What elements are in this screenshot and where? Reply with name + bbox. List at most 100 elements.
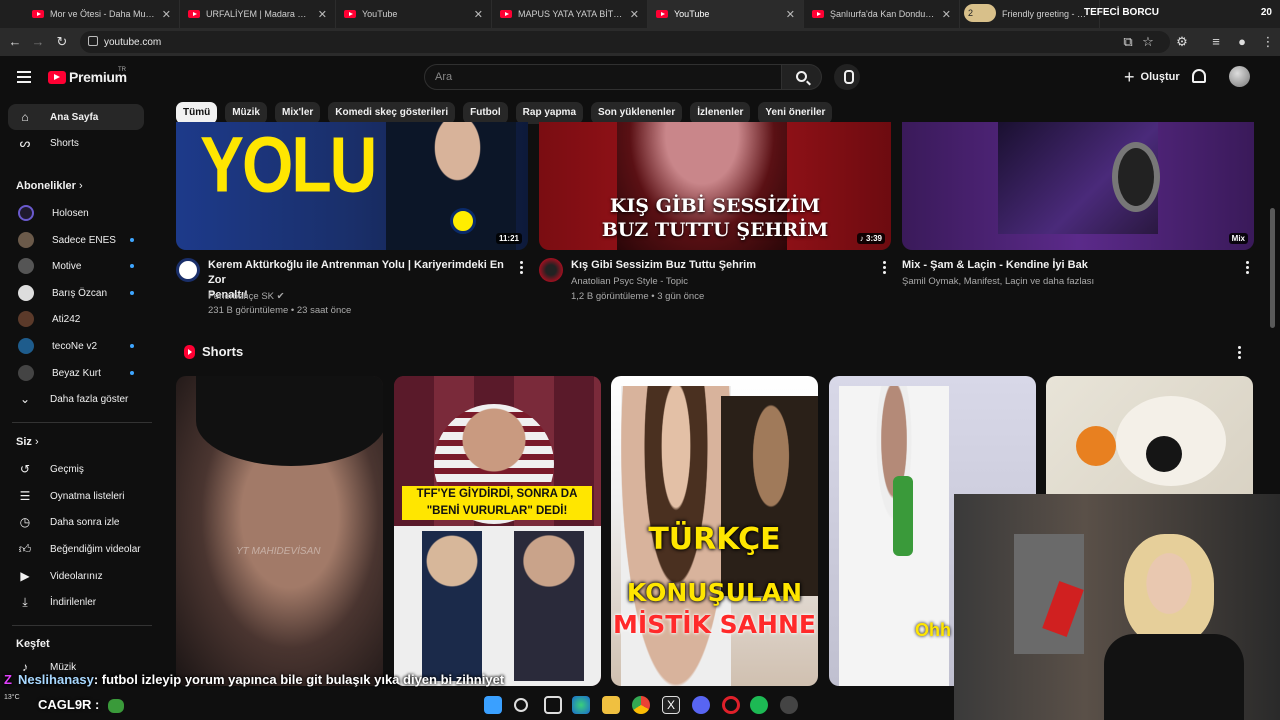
sidebar-item-your-videos[interactable]: ▶ Videolarınız: [8, 563, 144, 589]
close-tab-icon[interactable]: ✕: [630, 8, 639, 21]
more-actions-icon[interactable]: [1246, 261, 1250, 275]
video-thumbnail[interactable]: YOLU 11:21: [176, 122, 528, 250]
create-button[interactable]: + Oluştur: [1118, 65, 1186, 89]
forward-icon[interactable]: →: [28, 32, 48, 52]
reading-list-icon[interactable]: ≡: [1206, 32, 1226, 52]
sidebar-item-watch-later[interactable]: ◷ Daha sonra izle: [8, 509, 144, 535]
chip[interactable]: Son yüklenenler: [591, 102, 683, 124]
sidebar-item-downloads[interactable]: ⤓ İndirilenler: [8, 589, 144, 615]
profile-icon[interactable]: ●: [1232, 32, 1252, 52]
youtube-premium-logo[interactable]: Premium: [48, 69, 127, 85]
url-field[interactable]: youtube.com: [80, 31, 1170, 53]
sidebar-show-more[interactable]: ⌄ Daha fazla göster: [8, 386, 144, 412]
channel-avatar[interactable]: [539, 258, 563, 282]
bookmark-star-icon[interactable]: ☆: [1138, 32, 1158, 52]
club-crest-icon: [450, 208, 476, 234]
chip[interactable]: İzlenenler: [690, 102, 751, 124]
subscriptions-heading[interactable]: Abonelikler ›: [16, 180, 83, 192]
browser-tab[interactable]: YouTube ✕: [336, 0, 492, 28]
chevron-down-icon: ⌄: [19, 392, 31, 406]
sidebar-item-channel[interactable]: Sadece ENES: [8, 227, 144, 253]
install-app-icon[interactable]: ⧉: [1118, 32, 1138, 52]
sidebar-item-history[interactable]: ↺ Geçmiş: [8, 456, 144, 482]
browser-address-bar: ← → ↻ youtube.com ⧉ ☆ ⚙ ≡ ● ⋮: [0, 28, 1280, 56]
close-tab-icon[interactable]: ✕: [786, 8, 795, 21]
back-icon[interactable]: ←: [5, 32, 25, 52]
close-tab-icon[interactable]: ✕: [318, 8, 327, 21]
more-actions-icon[interactable]: [520, 261, 524, 275]
sidebar-item-playlists[interactable]: ☰ Oynatma listeleri: [8, 483, 144, 509]
browser-tab-strip: Mor ve Ötesi - Daha Mutlu Olam✕ URFALİYE…: [0, 0, 1280, 28]
reload-icon[interactable]: ↻: [52, 32, 72, 52]
streamer-shirt: [1104, 634, 1244, 720]
more-actions-icon[interactable]: [1238, 346, 1242, 360]
browser-tab[interactable]: MAPUS YATA YATA BİTER | Kan✕: [492, 0, 648, 28]
close-tab-icon[interactable]: ✕: [942, 8, 951, 21]
video-duration: ♪ 3:39: [856, 233, 885, 244]
video-title[interactable]: Kış Gibi Sessizim Buz Tuttu Şehrim: [571, 258, 871, 273]
site-info-icon[interactable]: [88, 36, 98, 46]
person-image: [514, 531, 584, 681]
short-card[interactable]: YT MAHIDEVİSAN: [176, 376, 383, 686]
chip[interactable]: Futbol: [463, 102, 508, 124]
chip[interactable]: Müzik: [225, 102, 267, 124]
verified-icon: ✔: [276, 291, 285, 302]
channel-avatar[interactable]: [176, 258, 200, 282]
channel-name[interactable]: Fenerbahçe SK ✔: [208, 289, 285, 304]
steam-icon[interactable]: [780, 696, 798, 714]
more-actions-icon[interactable]: [883, 261, 887, 275]
watermark: YT MAHIDEVİSAN: [236, 546, 321, 557]
you-heading[interactable]: Siz ›: [16, 436, 39, 448]
new-content-dot: [130, 291, 134, 295]
edge-icon[interactable]: [572, 696, 590, 714]
sidebar-item-channel[interactable]: Barış Özcan: [8, 280, 144, 306]
notifications-bell-icon[interactable]: [1192, 69, 1206, 83]
chip[interactable]: Rap yapma: [515, 102, 584, 124]
discord-icon[interactable]: [692, 696, 710, 714]
browser-menu-icon[interactable]: ⋮: [1258, 32, 1278, 52]
sidebar-item-shorts[interactable]: ᔕ Shorts: [8, 130, 144, 156]
menu-icon[interactable]: [17, 71, 31, 83]
windows-start-icon[interactable]: [484, 696, 502, 714]
account-avatar[interactable]: [1229, 66, 1250, 87]
task-view-icon[interactable]: [544, 696, 562, 714]
short-card[interactable]: TÜRKÇE KONUŞULAN MİSTİK SAHNE: [611, 376, 818, 686]
x-app-icon[interactable]: X: [662, 696, 680, 714]
spotify-icon[interactable]: [750, 696, 768, 714]
search-button[interactable]: [782, 64, 822, 90]
browser-tab-active[interactable]: YouTube ✕: [648, 0, 804, 28]
short-caption: TÜRKÇE KONUŞULAN MİSTİK SAHNE: [613, 522, 816, 639]
sidebar-item-channel[interactable]: Holosen: [8, 200, 144, 226]
opera-icon[interactable]: [722, 696, 740, 714]
sidebar-item-liked-videos[interactable]: 👍︎ Beğendiğim videolar: [8, 536, 144, 562]
extensions-icon[interactable]: ⚙: [1172, 32, 1192, 52]
youtube-logo-icon: [48, 70, 66, 84]
sidebar-item-channel[interactable]: Ati242: [8, 306, 144, 332]
chrome-icon[interactable]: [632, 696, 650, 714]
browser-tab[interactable]: URFALİYEM | Madara Olduk #6✕: [180, 0, 336, 28]
sidebar-item-channel[interactable]: tecoNe v2: [8, 333, 144, 359]
video-title[interactable]: Mix - Şam & Laçin - Kendine İyi Bak: [902, 258, 1232, 273]
chip[interactable]: Komedi skeç gösterileri: [328, 102, 456, 124]
voice-search-icon[interactable]: [834, 64, 860, 90]
scrollbar[interactable]: [1270, 208, 1275, 328]
video-thumbnail[interactable]: KIŞ GİBİ SESSİZİM BUZ TUTTU ŞEHRİM ♪ 3:3…: [539, 122, 891, 250]
search-icon[interactable]: [514, 698, 528, 712]
file-explorer-icon[interactable]: [602, 696, 620, 714]
chip[interactable]: Yeni öneriler: [758, 102, 833, 124]
sidebar-item-channel[interactable]: Motive: [8, 253, 144, 279]
chip[interactable]: Mix'ler: [275, 102, 321, 124]
close-tab-icon[interactable]: ✕: [474, 8, 483, 21]
region-code: TR: [118, 67, 126, 73]
close-tab-icon[interactable]: ✕: [162, 8, 171, 21]
browser-tab[interactable]: Şanlıurfa'da Kan Donduran Ol✕: [804, 0, 960, 28]
chip-all[interactable]: Tümü: [176, 102, 218, 124]
video-thumbnail[interactable]: Mix: [902, 122, 1254, 250]
sidebar-item-home[interactable]: ⌂ Ana Sayfa: [8, 104, 144, 130]
sidebar-item-channel[interactable]: Beyaz Kurt: [8, 360, 144, 386]
channel-name[interactable]: Anatolian Psyc Style - Topic: [571, 274, 688, 289]
search-input[interactable]: Ara: [424, 64, 782, 90]
channel-name[interactable]: Şamil Oymak, Manifest, Laçin ve daha faz…: [902, 274, 1094, 289]
browser-tab[interactable]: Mor ve Ötesi - Daha Mutlu Olam✕: [24, 0, 180, 28]
short-card[interactable]: TFF'YE GİYDİRDİ, SONRA DA "BENİ VURURLAR…: [394, 376, 601, 686]
